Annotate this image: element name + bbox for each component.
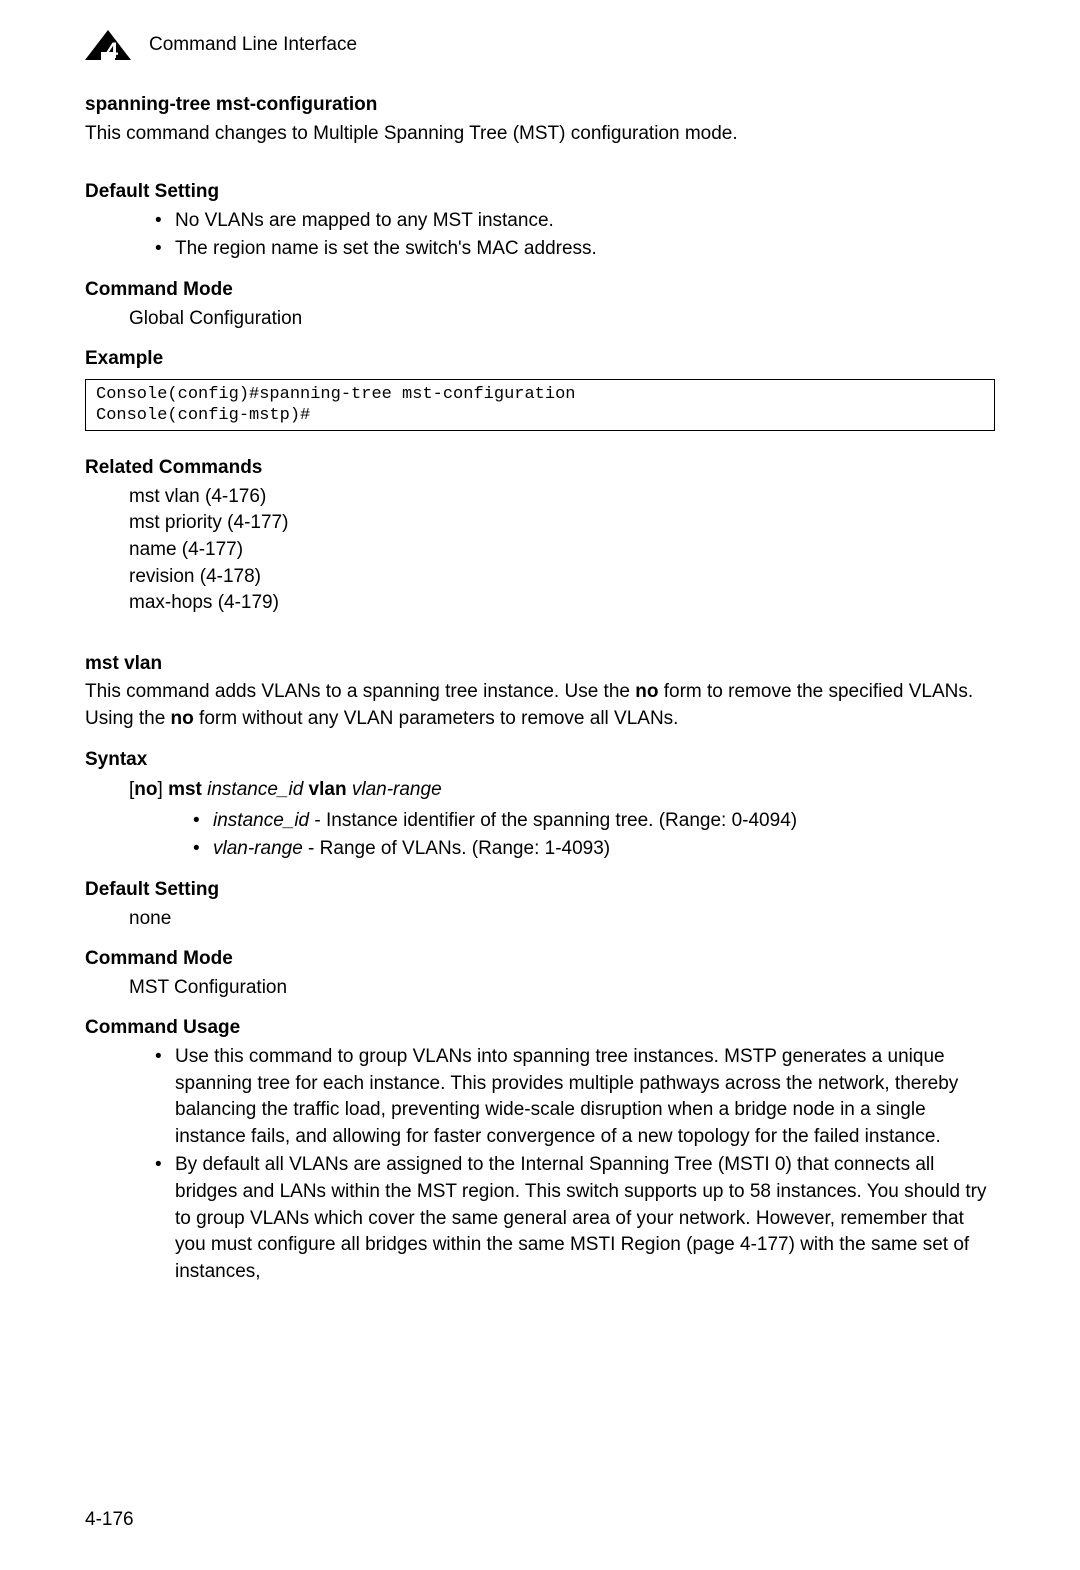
related-commands-list: mst vlan (4-176) mst priority (4-177) na… bbox=[85, 484, 995, 617]
param-name: vlan-range bbox=[213, 838, 303, 859]
syntax-heading: Syntax bbox=[85, 747, 995, 774]
list-item: instance_id - Instance identifier of the… bbox=[193, 808, 995, 835]
command-title-mstvlan: mst vlan bbox=[85, 651, 995, 678]
param-name: instance_id bbox=[213, 810, 309, 831]
example-code-block: Console(config)#spanning-tree mst-config… bbox=[85, 379, 995, 432]
command-mode-value: Global Configuration bbox=[85, 306, 995, 333]
param-desc: - Instance identifier of the spanning tr… bbox=[309, 810, 797, 831]
command-mode-heading: Command Mode bbox=[85, 277, 995, 304]
command-mode-value-2: MST Configuration bbox=[85, 975, 995, 1002]
related-item: name (4-177) bbox=[129, 537, 995, 564]
bold-no: no bbox=[635, 681, 658, 702]
list-item: By default all VLANs are assigned to the… bbox=[155, 1152, 995, 1285]
text: form without any VLAN parameters to remo… bbox=[194, 708, 679, 729]
text: This command adds VLANs to a spanning tr… bbox=[85, 681, 635, 702]
chapter-title: Command Line Interface bbox=[149, 32, 357, 59]
syntax-param-list: instance_id - Instance identifier of the… bbox=[85, 808, 995, 863]
related-commands-heading: Related Commands bbox=[85, 455, 995, 482]
text: ] bbox=[158, 779, 169, 800]
chapter-header: 4 Command Line Interface bbox=[85, 30, 995, 60]
example-heading: Example bbox=[85, 346, 995, 373]
page-number: 4-176 bbox=[85, 1507, 134, 1534]
command-desc: This command changes to Multiple Spannin… bbox=[85, 121, 995, 148]
list-item: No VLANs are mapped to any MST instance. bbox=[155, 208, 995, 235]
default-setting-heading-2: Default Setting bbox=[85, 877, 995, 904]
syntax-vlan: vlan bbox=[309, 779, 347, 800]
default-setting-value-2: none bbox=[85, 906, 995, 933]
param-desc: - Range of VLANs. (Range: 1-4093) bbox=[303, 838, 610, 859]
default-setting-heading: Default Setting bbox=[85, 179, 995, 206]
syntax-no: no bbox=[134, 779, 157, 800]
list-item: The region name is set the switch's MAC … bbox=[155, 236, 995, 263]
related-item: max-hops (4-179) bbox=[129, 590, 995, 617]
command-usage-list: Use this command to group VLANs into spa… bbox=[85, 1044, 995, 1285]
related-item: mst priority (4-177) bbox=[129, 510, 995, 537]
related-item: mst vlan (4-176) bbox=[129, 484, 995, 511]
svg-text:4: 4 bbox=[106, 38, 119, 60]
chapter-number-icon: 4 bbox=[85, 30, 131, 60]
syntax-vlan-range: vlan-range bbox=[347, 779, 442, 800]
command-mode-heading-2: Command Mode bbox=[85, 946, 995, 973]
related-item: revision (4-178) bbox=[129, 564, 995, 591]
list-item: Use this command to group VLANs into spa… bbox=[155, 1044, 995, 1150]
list-item: vlan-range - Range of VLANs. (Range: 1-4… bbox=[193, 836, 995, 863]
syntax-instance-id: instance_id bbox=[202, 779, 309, 800]
syntax-mst: mst bbox=[168, 779, 202, 800]
default-setting-list: No VLANs are mapped to any MST instance.… bbox=[85, 208, 995, 263]
command-desc-mstvlan: This command adds VLANs to a spanning tr… bbox=[85, 679, 995, 732]
command-usage-heading: Command Usage bbox=[85, 1015, 995, 1042]
syntax-line: [no] mst instance_id vlan vlan-range bbox=[85, 777, 995, 804]
bold-no: no bbox=[171, 708, 194, 729]
command-title-stmc: spanning-tree mst-configuration bbox=[85, 92, 995, 119]
